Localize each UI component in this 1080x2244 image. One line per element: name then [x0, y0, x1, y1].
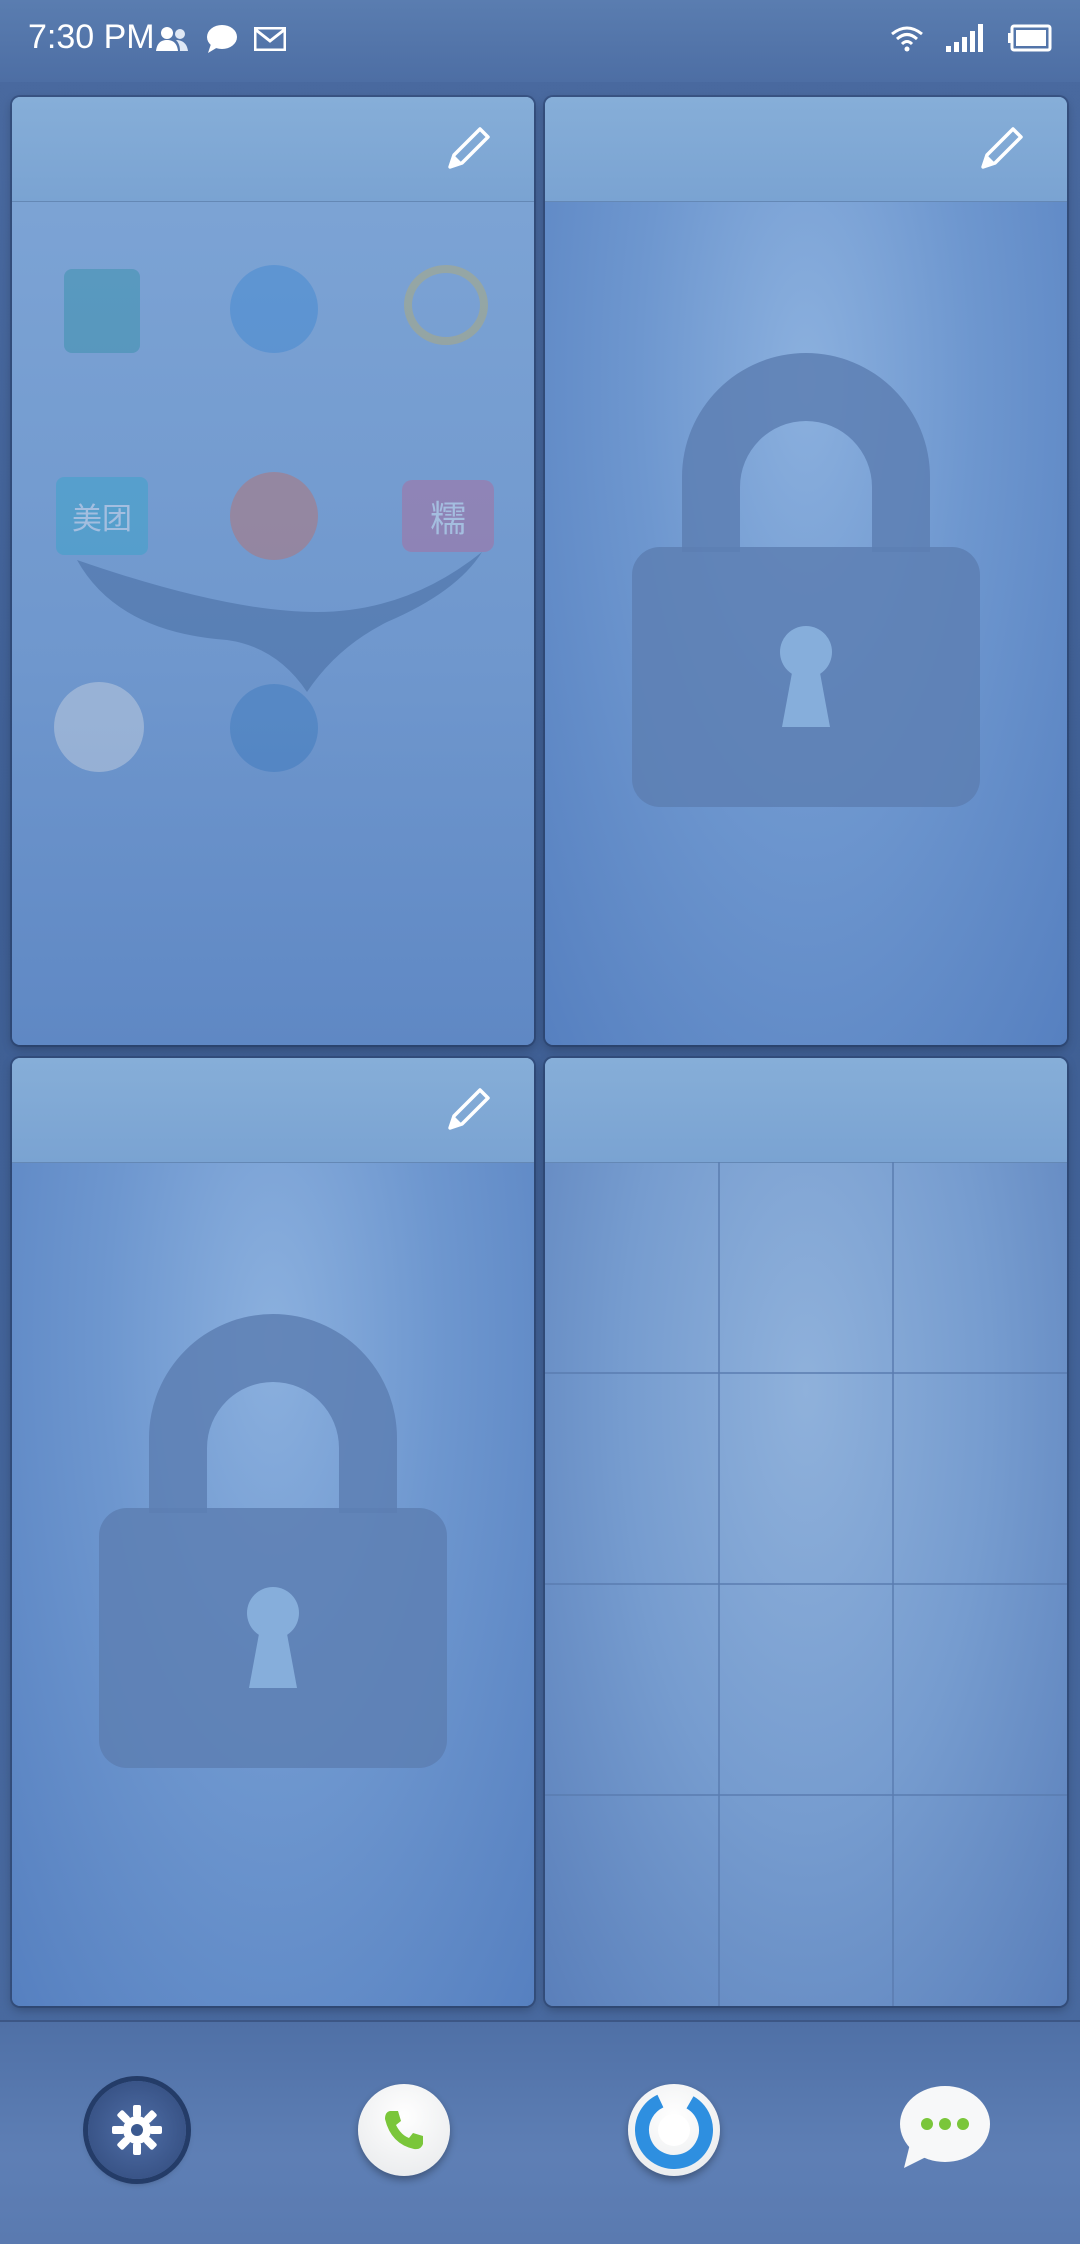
whale-wallpaper-graphic: [77, 552, 482, 692]
mail-icon: [254, 27, 286, 51]
message-bubble-icon: [207, 25, 237, 53]
edit-pencil-icon[interactable]: [973, 121, 1029, 177]
messaging-button[interactable]: [898, 2082, 992, 2176]
screen-panel-2[interactable]: [545, 97, 1067, 1045]
edit-pencil-icon[interactable]: [440, 121, 496, 177]
browser-button[interactable]: [628, 2084, 720, 2176]
screen-panel-4-add[interactable]: [545, 1058, 1067, 2006]
runner-app-icon: [230, 472, 318, 560]
nuomi-app-icon: 糯: [402, 480, 494, 552]
lock-icon: [632, 353, 980, 807]
camel-app-icon: [64, 269, 140, 353]
edit-pencil-icon[interactable]: [440, 1082, 496, 1138]
status-bar: 7:30 PM: [0, 0, 1080, 82]
signal-icon: [946, 24, 983, 52]
dolphin-app-icon: [230, 265, 318, 353]
lock-icon: [99, 1314, 447, 1768]
wifi-icon: [891, 26, 923, 52]
settings-button[interactable]: [88, 2081, 186, 2179]
screen-panel-1[interactable]: 美团 糯: [12, 97, 534, 1045]
settings-icon: [112, 2105, 162, 2155]
phone-icon: [385, 2111, 423, 2150]
meituan-app-icon: 美团: [56, 477, 148, 555]
screen-panel-3[interactable]: [12, 1058, 534, 2006]
contacts-icon: [156, 27, 188, 51]
status-time: 7:30 PM: [28, 18, 155, 56]
battery-icon: [1008, 24, 1052, 52]
dock: [0, 2020, 1080, 2244]
phone-button[interactable]: [358, 2084, 450, 2176]
browser-icon: [635, 2091, 713, 2169]
empty-grid: [545, 1162, 1067, 2006]
panel-header: [545, 1058, 1067, 1163]
bird-app-icon: [404, 265, 488, 345]
messaging-icon: [900, 2086, 990, 2168]
